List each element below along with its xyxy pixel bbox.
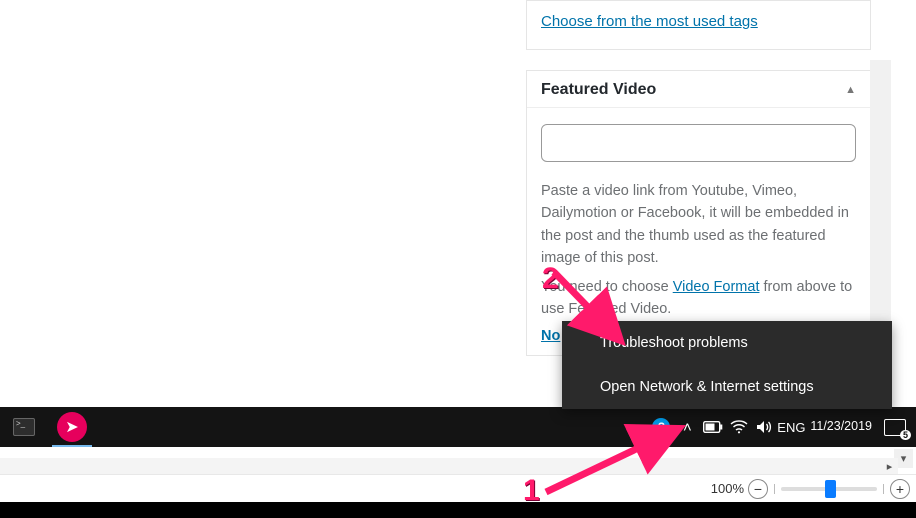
zoom-slider[interactable] bbox=[781, 487, 877, 491]
zoom-bar: 100% − + bbox=[0, 474, 916, 502]
divider bbox=[883, 484, 884, 494]
featured-video-header[interactable]: Featured Video ▲ bbox=[527, 71, 870, 108]
scroll-right-button[interactable]: ▸ bbox=[881, 458, 898, 474]
panel-title: Featured Video bbox=[541, 81, 656, 99]
notifications-tray-button[interactable]: 5 bbox=[878, 407, 912, 447]
right-sidebar: Choose from the most used tags Featured … bbox=[526, 0, 871, 356]
bottom-black-strip bbox=[0, 502, 916, 518]
notifications-count: 5 bbox=[900, 430, 911, 440]
taskbar-clock[interactable]: 11/23/2019 bbox=[804, 420, 878, 434]
notifications-icon: 5 bbox=[884, 419, 906, 436]
zoom-slider-thumb[interactable] bbox=[825, 480, 836, 498]
menu-item-troubleshoot[interactable]: Troubleshoot problems bbox=[562, 321, 892, 365]
speaker-icon bbox=[756, 420, 774, 434]
tags-panel: Choose from the most used tags bbox=[526, 0, 871, 50]
language-indicator[interactable]: ENG bbox=[778, 407, 804, 447]
divider bbox=[774, 484, 775, 494]
featured-video-body: Paste a video link from Youtube, Vimeo, … bbox=[527, 108, 870, 355]
battery-icon bbox=[703, 421, 723, 433]
speaker-tray-button[interactable] bbox=[752, 407, 778, 447]
annotation-label-1: 1 bbox=[523, 474, 540, 508]
taskbar-app-button[interactable]: ➤ bbox=[48, 407, 96, 447]
taskbar: ➤ ? ˄ ENG 11/23/2019 bbox=[0, 407, 916, 447]
menu-item-network-settings[interactable]: Open Network & Internet settings bbox=[562, 365, 892, 409]
help-tray-button[interactable]: ? bbox=[648, 407, 674, 447]
help-icon: ? bbox=[652, 418, 670, 436]
zoom-level-label: 100% bbox=[711, 481, 744, 496]
zoom-in-button[interactable]: + bbox=[890, 479, 910, 499]
battery-tray-button[interactable] bbox=[700, 407, 726, 447]
video-url-input[interactable] bbox=[541, 124, 856, 162]
app-icon: ➤ bbox=[57, 412, 87, 442]
taskbar-left: ➤ bbox=[0, 407, 96, 447]
video-format-hint: You need to choose Video Format from abo… bbox=[541, 276, 856, 321]
featured-video-panel: Featured Video ▲ Paste a video link from… bbox=[526, 70, 871, 356]
video-format-link[interactable]: Video Format bbox=[673, 279, 760, 295]
hint-text-before: You need to choose bbox=[541, 279, 673, 295]
choose-tags-link[interactable]: Choose from the most used tags bbox=[541, 13, 758, 30]
wifi-tray-button[interactable] bbox=[726, 407, 752, 447]
chevron-up-icon: ˄ bbox=[683, 419, 692, 436]
annotation-label-2: 2 bbox=[542, 262, 559, 296]
system-tray: ? ˄ ENG 11/23/2019 5 bbox=[648, 407, 916, 447]
zoom-out-button[interactable]: − bbox=[748, 479, 768, 499]
horizontal-scrollbar[interactable]: ▸ bbox=[0, 458, 898, 474]
taskbar-date: 11/23/2019 bbox=[810, 420, 872, 434]
tray-overflow-button[interactable]: ˄ bbox=[674, 407, 700, 447]
video-description: Paste a video link from Youtube, Vimeo, … bbox=[541, 180, 856, 270]
notice-link[interactable]: No bbox=[541, 328, 560, 344]
wifi-icon bbox=[730, 420, 748, 434]
network-context-menu: Troubleshoot problems Open Network & Int… bbox=[562, 321, 892, 409]
terminal-icon bbox=[13, 418, 35, 436]
taskbar-terminal-button[interactable] bbox=[0, 407, 48, 447]
collapse-triangle-icon[interactable]: ▲ bbox=[845, 84, 856, 96]
